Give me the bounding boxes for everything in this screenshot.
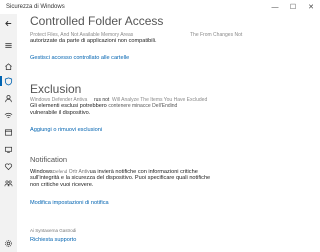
exclusion-description-line1: Gli elementi esclusi potrebbero contener…	[30, 103, 177, 110]
edit-notification-settings-link[interactable]: Modifica impostazioni di notifica	[30, 200, 109, 206]
family-icon[interactable]	[0, 176, 17, 190]
menu-icon[interactable]	[0, 38, 17, 52]
section-title-exclusion: Exclusion	[30, 82, 82, 96]
request-support-link[interactable]: Richiesta supporto	[30, 237, 76, 243]
exclusion-overlay-text: contenere minacce	[108, 103, 151, 109]
manage-controlled-folder-link[interactable]: Gestisci accesso controllato alle cartel…	[30, 55, 129, 61]
app-browser-icon[interactable]	[0, 125, 17, 139]
section-title-notification: Notification	[30, 155, 68, 164]
exclusion-description-line2: vulnerabile il dispositivo.	[30, 110, 91, 116]
cfa-description: autorizzate da parte di applicazioni non…	[30, 38, 157, 44]
notification-description-line2: sull'integrità e la sicurezza del dispos…	[30, 175, 211, 181]
section-title-controlled-folder-access: Controlled Folder Access	[30, 14, 164, 28]
back-icon[interactable]	[0, 16, 17, 30]
overlay-caption: The From Changes Not	[190, 32, 243, 38]
exclusion-overlay-text: Dell'Endind	[152, 103, 178, 109]
network-icon[interactable]	[0, 108, 17, 122]
exclusion-text: Gli elementi esclusi potrebbero	[30, 103, 107, 109]
home-icon[interactable]	[0, 59, 17, 73]
notification-description-line3: non critiche vuoi ricevere.	[30, 182, 94, 188]
add-remove-exclusions-link[interactable]: Aggiungi o rimuovi esclusioni	[30, 127, 102, 133]
device-security-icon[interactable]	[0, 142, 17, 156]
overlay-caption: Ai Syntaxerna Gastrodi	[30, 228, 77, 233]
nav-rail	[0, 14, 17, 252]
shield-icon[interactable]	[0, 74, 17, 88]
notification-overlay-text: Defend	[52, 169, 68, 174]
account-icon[interactable]	[0, 91, 17, 105]
settings-icon[interactable]	[0, 236, 17, 250]
main-content: Controlled Folder Access Protect Files, …	[30, 0, 315, 252]
health-icon[interactable]	[0, 159, 17, 173]
